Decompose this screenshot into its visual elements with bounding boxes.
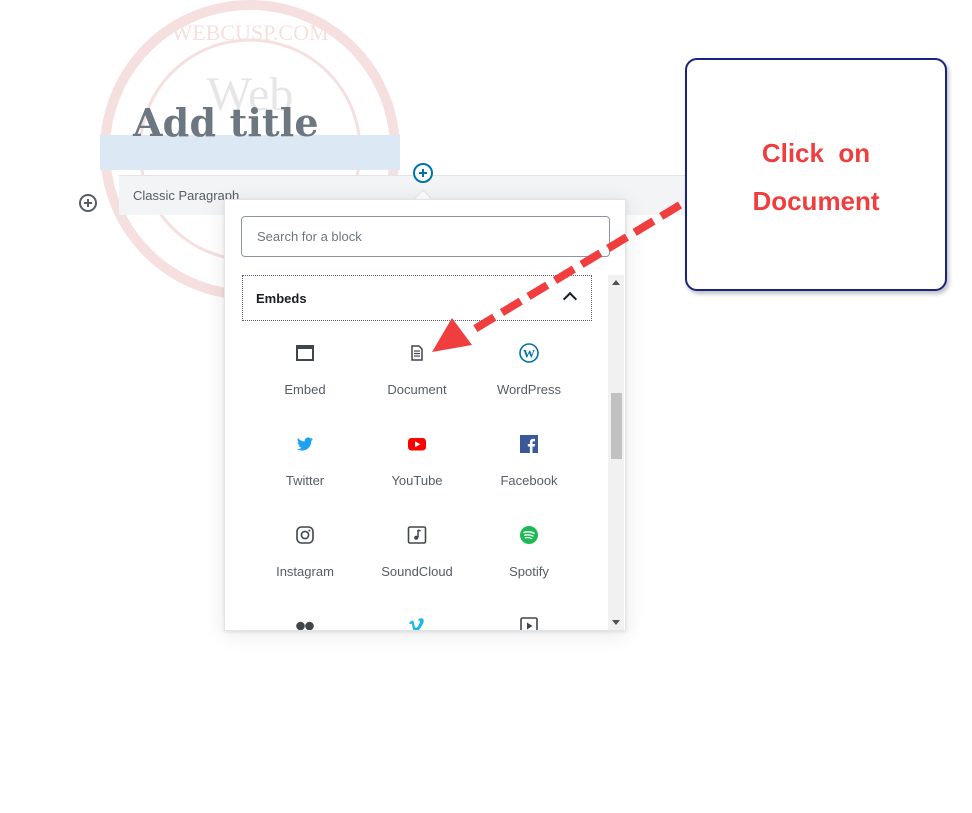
block-item-embed[interactable]: Embed xyxy=(249,335,361,421)
block-item-label: Instagram xyxy=(276,564,334,579)
block-item-label: Document xyxy=(387,382,447,397)
block-item-label: Spotify xyxy=(509,564,549,579)
block-item-label: Embed xyxy=(284,382,326,397)
block-item-video[interactable] xyxy=(473,608,585,630)
facebook-icon xyxy=(520,435,538,453)
block-item-wordpress[interactable]: W WordPress xyxy=(473,335,585,421)
inserter-scrollbar[interactable] xyxy=(608,275,624,630)
flickr-icon xyxy=(296,621,314,630)
annotation-line-1: Click on xyxy=(761,138,871,168)
block-item-label: YouTube xyxy=(391,473,443,488)
annotation-line-2: Document xyxy=(752,186,880,216)
video-play-icon xyxy=(520,617,538,630)
block-item-twitter[interactable]: Twitter xyxy=(249,426,361,512)
scroll-down-arrow-icon[interactable] xyxy=(612,620,620,625)
block-item-label: SoundCloud xyxy=(381,564,453,579)
block-item-soundcloud[interactable]: SoundCloud xyxy=(361,517,473,603)
annotation-callout: Click on Document xyxy=(685,58,947,291)
block-search-input[interactable] xyxy=(241,216,610,257)
spotify-icon xyxy=(520,526,538,544)
block-item-label: Facebook xyxy=(500,473,558,488)
scroll-up-arrow-icon[interactable] xyxy=(612,280,620,285)
embeds-panel-toggle[interactable]: Embeds xyxy=(242,275,592,321)
scrollbar-thumb[interactable] xyxy=(611,393,622,459)
block-item-label: Twitter xyxy=(285,473,325,488)
block-item-flickr[interactable] xyxy=(249,608,361,630)
watermark-text: WEBCUSP.COM xyxy=(171,20,328,45)
block-inserter-toggle-icon[interactable] xyxy=(413,163,433,183)
svg-text:W: W xyxy=(523,347,535,361)
twitter-icon xyxy=(297,437,313,451)
instagram-icon xyxy=(296,526,314,544)
block-inserter-popover: Embeds Embed Document W Wor xyxy=(224,199,626,631)
embeds-panel-title: Embeds xyxy=(256,291,307,306)
block-item-spotify[interactable]: Spotify xyxy=(473,517,585,603)
block-item-facebook[interactable]: Facebook xyxy=(473,426,585,512)
vimeo-icon xyxy=(409,618,424,630)
block-item-label: WordPress xyxy=(496,382,562,397)
block-item-youtube[interactable]: YouTube xyxy=(361,426,473,512)
block-item-instagram[interactable]: Instagram xyxy=(249,517,361,603)
chevron-up-icon xyxy=(562,291,578,307)
youtube-icon xyxy=(408,438,426,451)
post-title-input[interactable]: Add title xyxy=(133,100,319,145)
soundcloud-icon xyxy=(407,526,427,544)
block-item-vimeo[interactable] xyxy=(361,608,473,630)
document-icon xyxy=(411,345,423,361)
add-block-plus-icon[interactable] xyxy=(79,194,97,212)
block-item-document[interactable]: Document xyxy=(361,335,473,421)
embed-icon xyxy=(296,345,314,361)
wordpress-icon: W xyxy=(519,343,539,363)
